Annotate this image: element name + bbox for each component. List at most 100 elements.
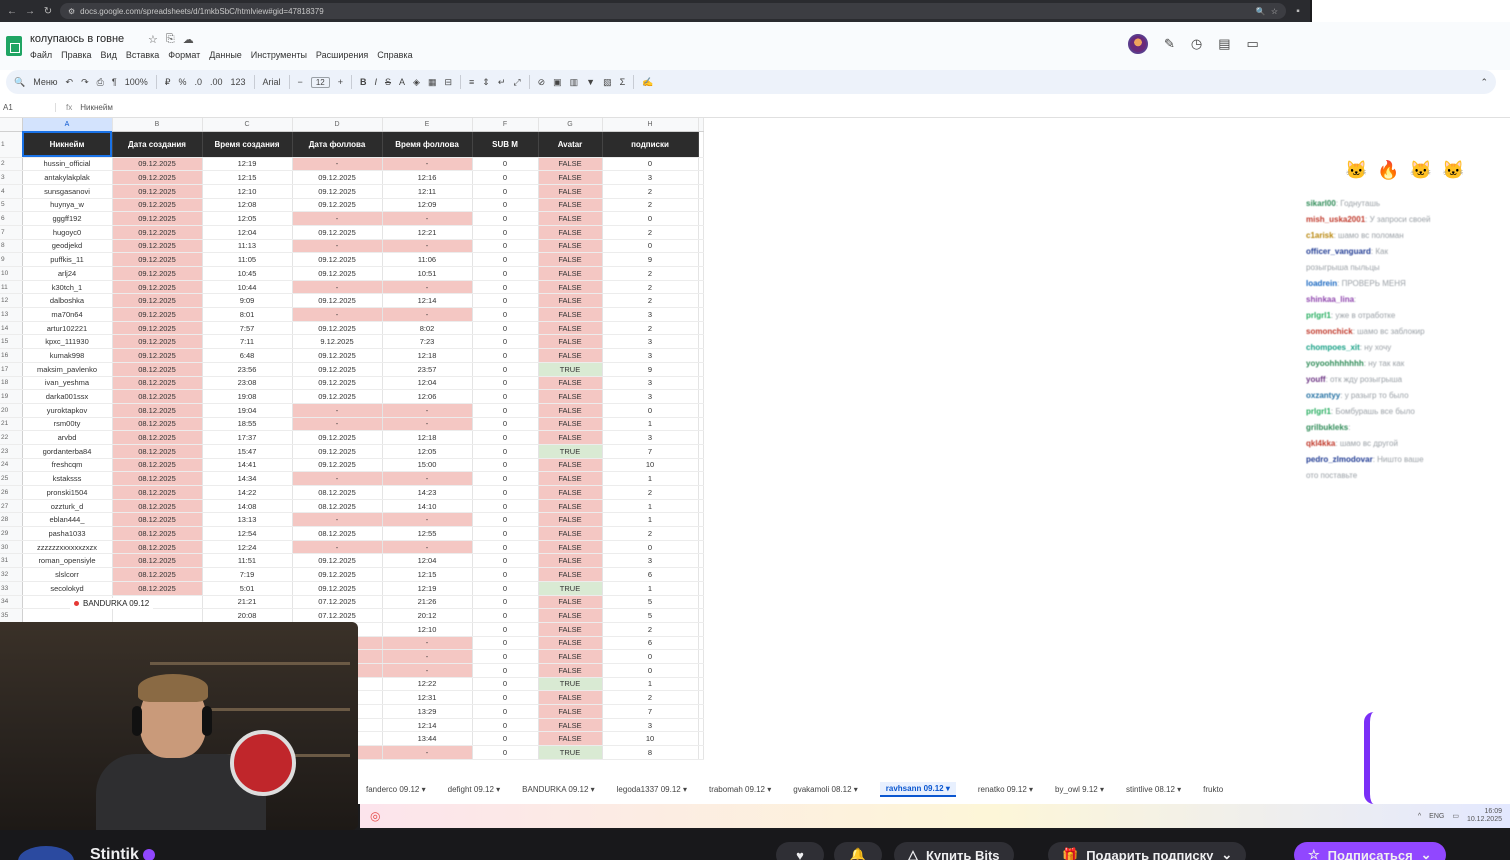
table-cell[interactable]: - [292, 403, 383, 418]
table-cell[interactable]: 2 [602, 622, 699, 637]
tab-menu-icon[interactable]: ▾ [1098, 785, 1104, 794]
row-number[interactable]: 12 [0, 293, 23, 309]
cloud-status-icon[interactable]: ☁ [183, 33, 194, 46]
formula-input[interactable]: Никнейм [72, 103, 113, 112]
menu-item-0[interactable]: Файл [30, 50, 52, 60]
table-cell[interactable]: - [382, 157, 473, 172]
empty-cell[interactable] [698, 184, 704, 199]
table-cell[interactable]: 2 [602, 293, 699, 309]
table-cell[interactable]: 0 [602, 649, 699, 664]
empty-cell[interactable] [698, 677, 704, 692]
column-header[interactable]: A [22, 118, 113, 132]
table-cell[interactable]: 0 [472, 636, 539, 651]
menu-item-5[interactable]: Данные [209, 50, 242, 60]
table-cell[interactable]: 09.12.2025 [292, 321, 383, 336]
table-cell[interactable]: 09.12.2025 [112, 239, 203, 254]
table-cell[interactable]: FALSE [538, 704, 603, 719]
table-cell[interactable]: 12:14 [382, 293, 473, 309]
table-cell[interactable]: - [292, 211, 383, 226]
table-cell[interactable]: 12:54 [202, 526, 293, 541]
table-cell[interactable]: 13:13 [202, 512, 293, 528]
tab-menu-icon[interactable]: ▾ [944, 784, 950, 793]
table-cell[interactable]: 2 [602, 280, 699, 295]
table-cell[interactable]: 12:24 [202, 540, 293, 555]
table-cell[interactable]: 09.12.2025 [112, 266, 203, 281]
table-cell[interactable]: 12:04 [382, 553, 473, 569]
chat-username[interactable]: grilbukleks [1306, 423, 1348, 432]
table-cell[interactable]: 7 [602, 444, 699, 459]
table-cell[interactable]: secolokyd [22, 581, 113, 596]
table-cell[interactable]: FALSE [538, 376, 603, 391]
table-cell[interactable]: 21:21 [202, 595, 293, 610]
table-cell[interactable]: 2 [602, 526, 699, 541]
table-cell[interactable]: 0 [602, 663, 699, 678]
table-cell[interactable]: FALSE [538, 266, 603, 281]
filter-icon[interactable]: ▼ [586, 77, 595, 87]
empty-cell[interactable] [698, 280, 704, 295]
table-cell[interactable]: 08.12.2025 [112, 417, 203, 432]
network-icon[interactable]: ▭ [1452, 812, 1459, 820]
row-number[interactable]: 17 [0, 362, 23, 377]
header-cell[interactable]: Никнейм [22, 131, 113, 158]
tab-menu-icon[interactable]: ▾ [852, 785, 858, 794]
row-number[interactable]: 23 [0, 444, 23, 459]
table-cell[interactable]: 23:57 [382, 362, 473, 377]
search-menus-label[interactable]: Меню [33, 77, 57, 87]
table-cell[interactable]: FALSE [538, 608, 603, 623]
table-cell[interactable]: ma70n64 [22, 307, 113, 322]
strikethrough-icon[interactable]: S [385, 77, 391, 87]
table-cell[interactable]: FALSE [538, 540, 603, 555]
table-cell[interactable]: 0 [472, 293, 539, 309]
table-cell[interactable]: - [292, 157, 383, 172]
table-cell[interactable]: gggff192 [22, 211, 113, 226]
table-cell[interactable]: 7:19 [202, 567, 293, 582]
table-cell[interactable]: 12:08 [202, 198, 293, 213]
table-cell[interactable]: 09.12.2025 [292, 362, 383, 377]
table-cell[interactable]: FALSE [538, 458, 603, 473]
table-cell[interactable]: 21:26 [382, 595, 473, 610]
table-cell[interactable]: 10:45 [202, 266, 293, 281]
table-cell[interactable]: 17:37 [202, 430, 293, 445]
chat-username[interactable]: sikarl00 [1306, 199, 1336, 208]
italic-icon[interactable]: I [374, 77, 377, 87]
table-cell[interactable]: FALSE [538, 225, 603, 240]
sheet-tab[interactable]: BANDURKA 09.12 ▾ [522, 785, 595, 794]
tab-menu-icon[interactable]: ▾ [419, 785, 426, 794]
font-size-decrease-icon[interactable]: − [298, 77, 303, 87]
print-icon[interactable]: ⎙ [97, 77, 104, 88]
table-cell[interactable]: 11:05 [202, 252, 293, 267]
table-cell[interactable]: FALSE [538, 239, 603, 254]
table-cell[interactable]: - [382, 636, 473, 651]
table-cell[interactable]: 0 [472, 731, 539, 747]
table-cell[interactable]: FALSE [538, 718, 603, 733]
empty-cell[interactable] [698, 321, 704, 336]
table-cell[interactable]: FALSE [538, 663, 603, 678]
table-cell[interactable]: - [292, 512, 383, 528]
empty-cell[interactable] [698, 348, 704, 363]
row-number[interactable]: 30 [0, 540, 23, 555]
table-cell[interactable]: 12:18 [382, 348, 473, 363]
empty-cell[interactable] [698, 211, 704, 226]
row-number[interactable]: 26 [0, 485, 23, 500]
language-indicator[interactable]: ENG [1429, 813, 1444, 820]
table-cell[interactable]: 0 [472, 595, 539, 610]
table-cell[interactable]: FALSE [538, 499, 603, 514]
table-cell[interactable]: FALSE [538, 252, 603, 267]
row-number[interactable]: 9 [0, 252, 23, 267]
row-number[interactable]: 15 [0, 334, 23, 350]
table-cell[interactable]: 6 [602, 636, 699, 651]
row-number[interactable]: 4 [0, 184, 23, 199]
table-cell[interactable]: 0 [472, 704, 539, 719]
menu-item-8[interactable]: Справка [377, 50, 412, 60]
table-cell[interactable]: 14:34 [202, 471, 293, 486]
chat-username[interactable]: youff [1306, 375, 1326, 384]
row-number[interactable]: 22 [0, 430, 23, 445]
menu-item-6[interactable]: Инструменты [251, 50, 307, 60]
row-number[interactable]: 35 [0, 608, 23, 623]
clock-time[interactable]: 16:09 [1467, 808, 1502, 816]
table-cell[interactable]: 0 [472, 280, 539, 295]
table-cell[interactable]: arvbd [22, 430, 113, 445]
table-cell[interactable]: 2 [602, 184, 699, 199]
table-cell[interactable]: 9 [602, 252, 699, 267]
column-header[interactable]: E [382, 118, 473, 132]
